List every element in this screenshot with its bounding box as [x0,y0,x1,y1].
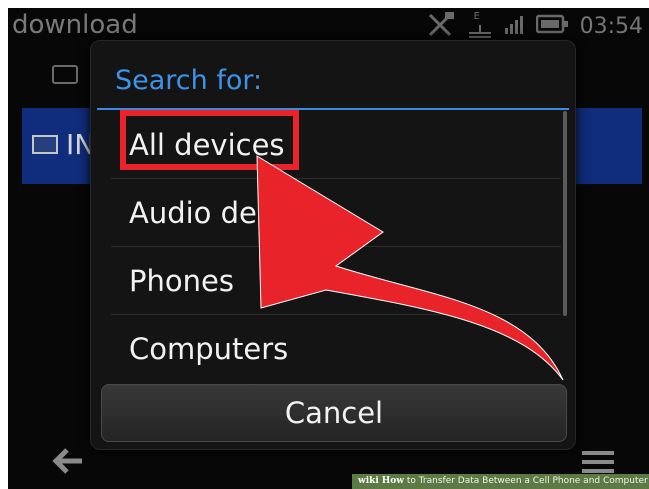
battery-icon [535,13,570,39]
option-audio-devices[interactable]: Audio devices [111,179,561,247]
status-time: 03:54 [579,13,643,39]
how-label: How [381,476,404,486]
status-icons: E 03:54 [426,11,643,41]
app-title: download [12,10,138,40]
folder-icon [52,65,78,84]
wiki-logo: wiki [358,476,379,486]
status-bar: download E 03:54 [8,8,649,44]
phone-screen: download E 03:54 IN Search for: All devi… [8,8,649,489]
option-computers[interactable]: Computers [111,315,561,383]
dialog-scrollbar[interactable] [563,111,567,316]
search-for-dialog: Search for: All devices Audio devices Ph… [90,40,576,450]
option-phones[interactable]: Phones [111,247,561,315]
cancel-button[interactable]: Cancel [101,384,567,442]
usb-icon: E [466,11,494,39]
highlight-box [120,110,299,170]
back-arrow-icon[interactable] [50,443,86,483]
watermark-banner: wiki How to Transfer Data Between a Cell… [352,474,649,489]
dialog-title: Search for: [115,65,263,96]
watermark-text: to Transfer Data Between a Cell Phone an… [406,476,648,486]
signal-icon [504,12,526,40]
no-sim-icon [426,11,456,41]
image-icon [32,135,58,154]
